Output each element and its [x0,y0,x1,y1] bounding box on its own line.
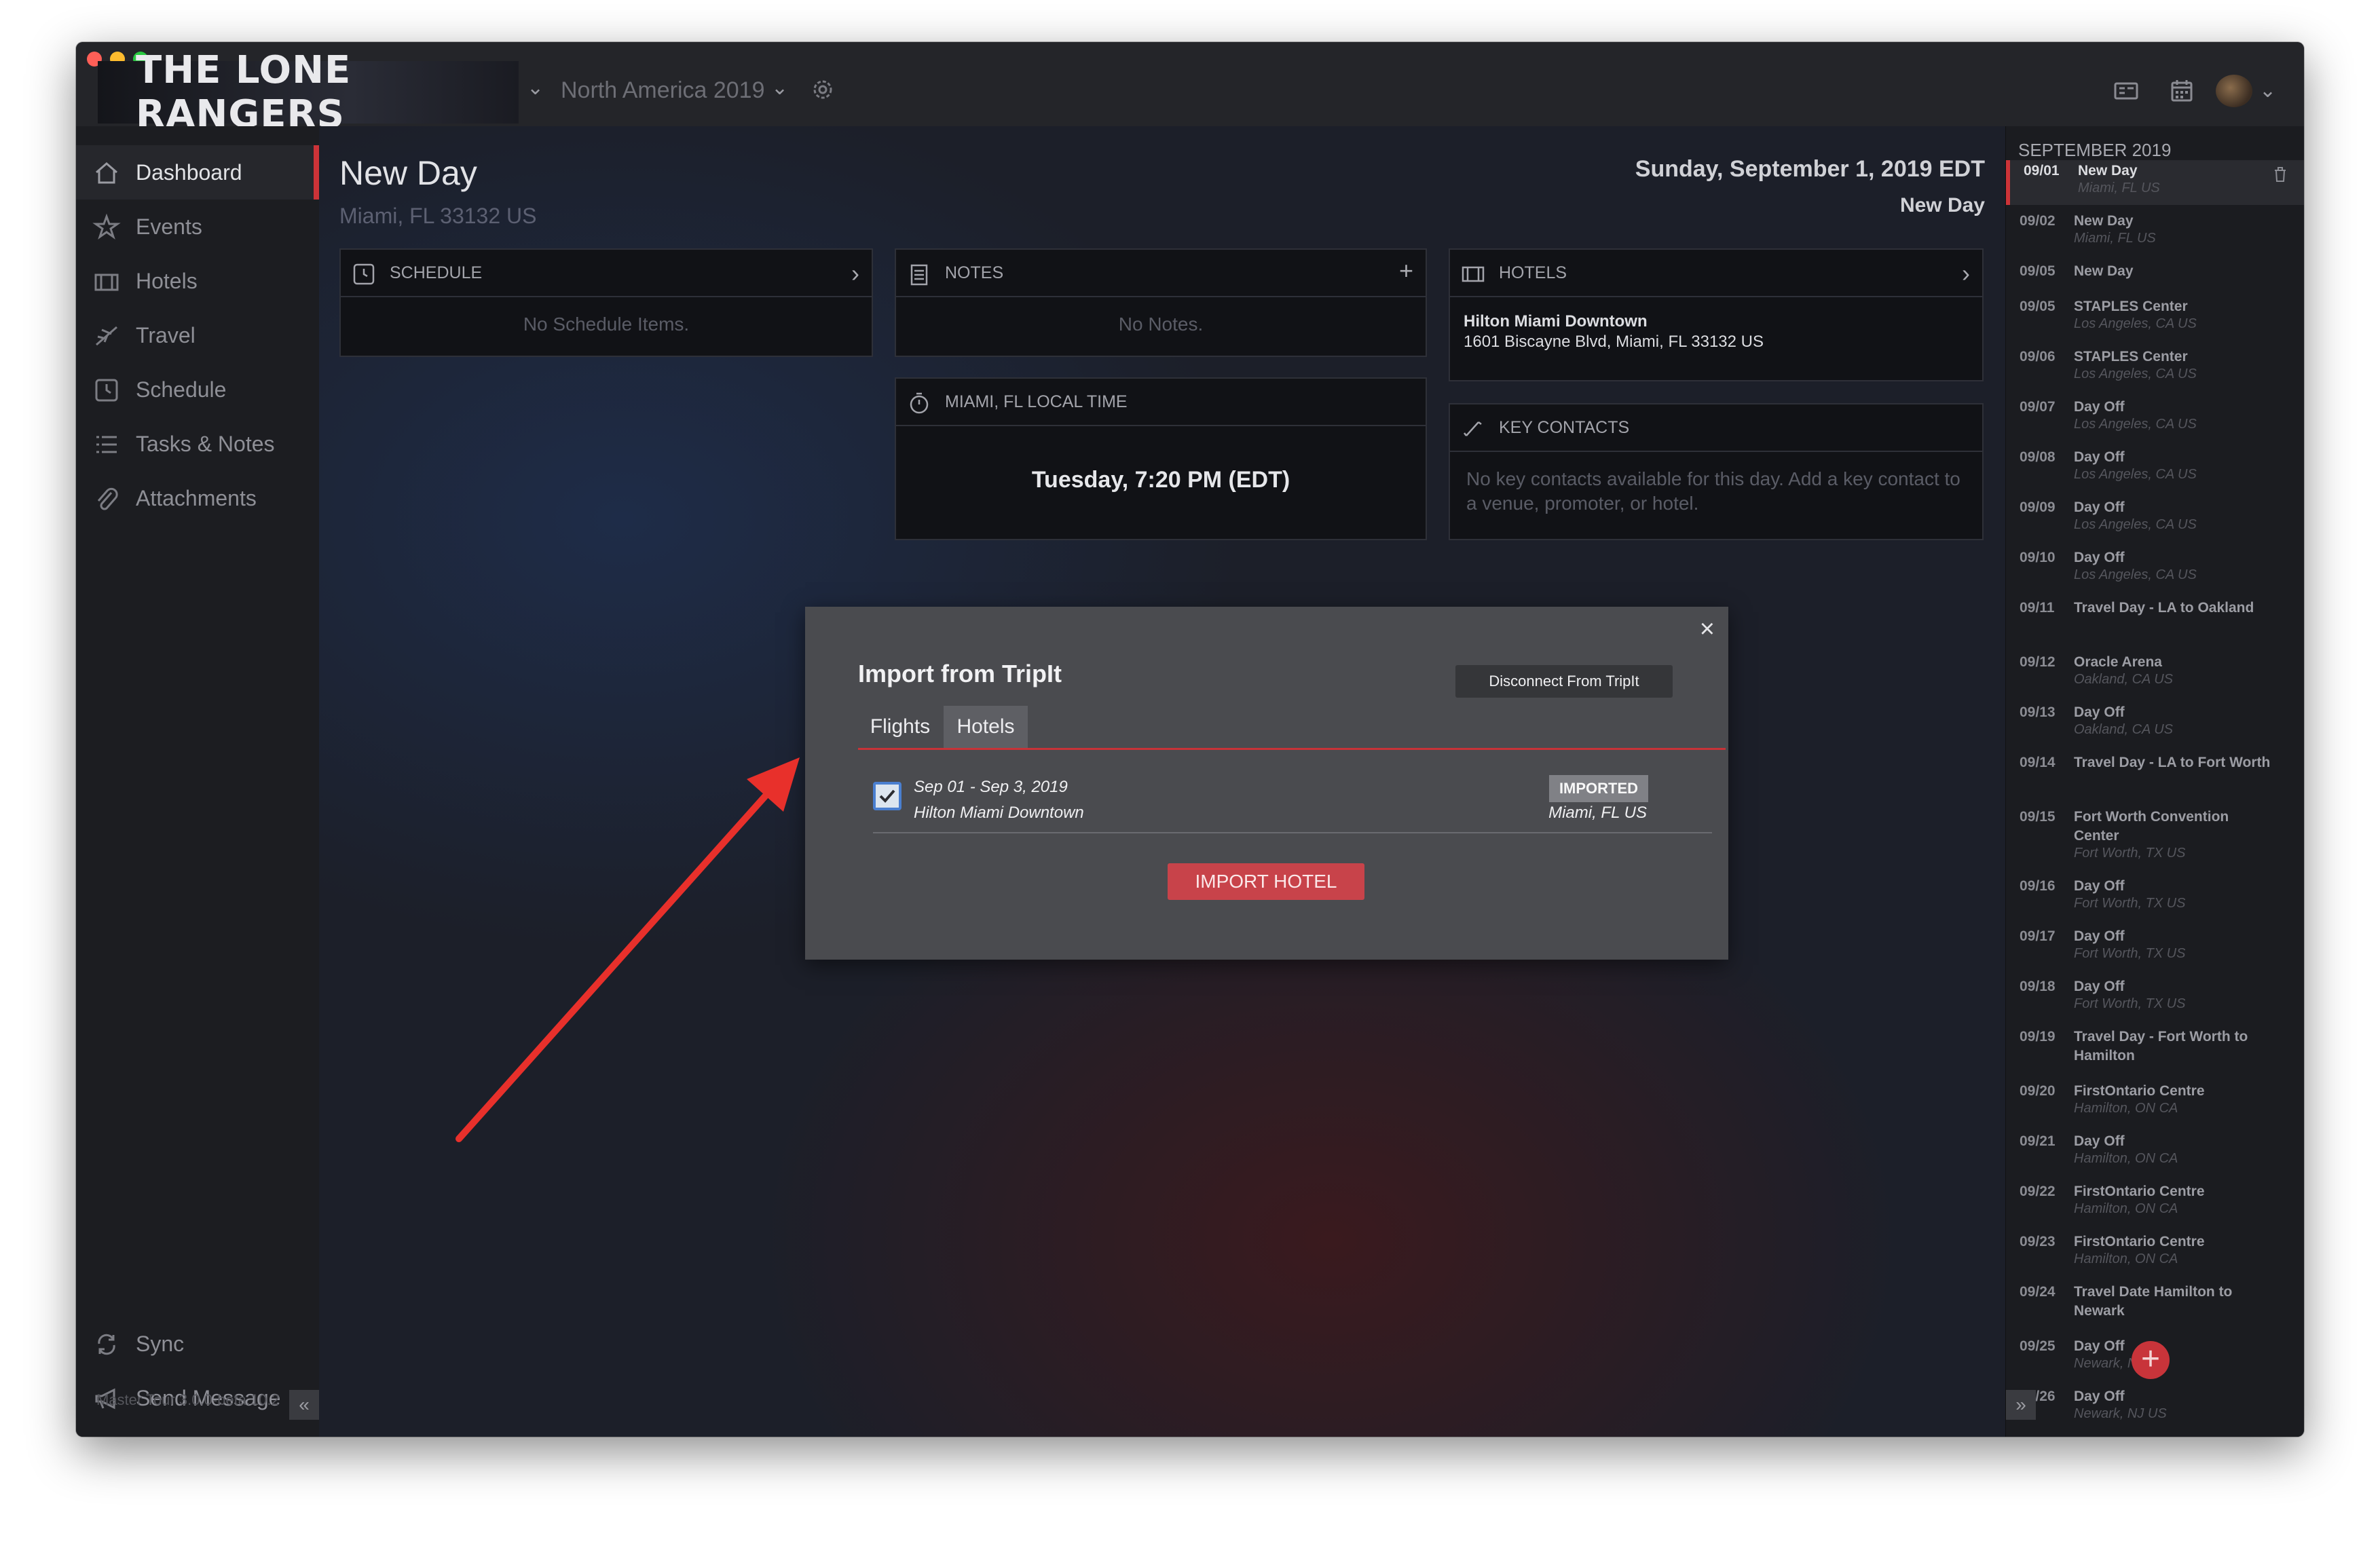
annotation-arrow [455,757,800,1142]
